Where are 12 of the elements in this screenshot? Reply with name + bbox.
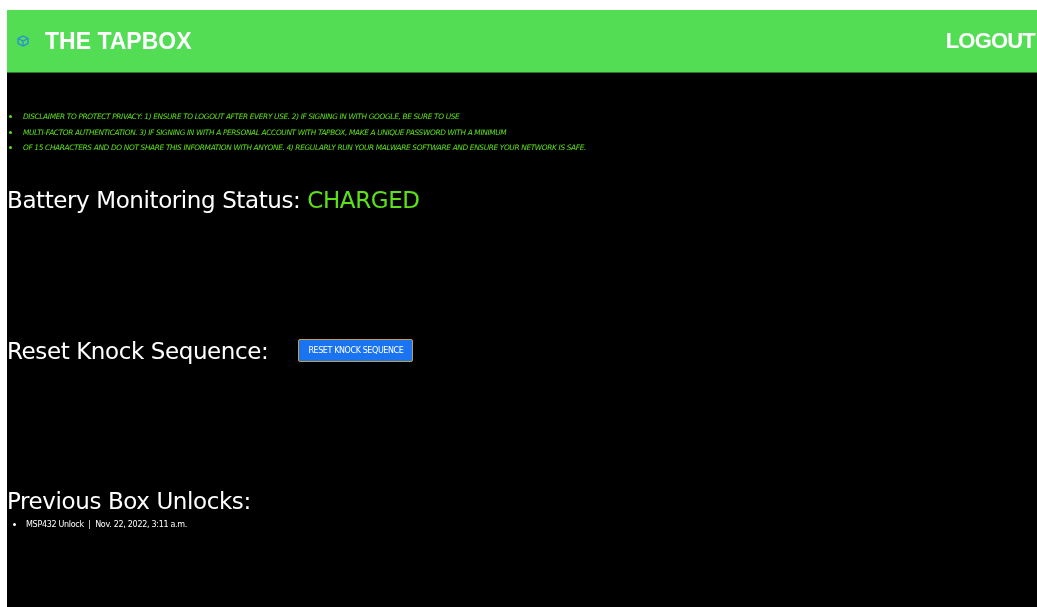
app-title: THE TAPBOX — [45, 27, 192, 55]
bullet-icon — [13, 522, 16, 526]
bullet-icon — [9, 130, 12, 134]
battery-label: Battery Monitoring Status: — [7, 186, 301, 213]
unlocks-heading: Previous Box Unlocks: — [7, 487, 252, 514]
unlock-entry: MSP432 Unlock | Nov. 22, 2022, 3:11 a.m. — [26, 519, 188, 529]
box-icon — [17, 35, 29, 47]
reset-label: Reset Knock Sequence: — [7, 337, 269, 364]
battery-status: CHARGED — [307, 186, 420, 213]
bullet-icon — [9, 146, 12, 150]
reset-knock-button[interactable]: RESET KNOCK SEQUENCE — [298, 339, 414, 362]
bullet-icon — [9, 115, 12, 119]
